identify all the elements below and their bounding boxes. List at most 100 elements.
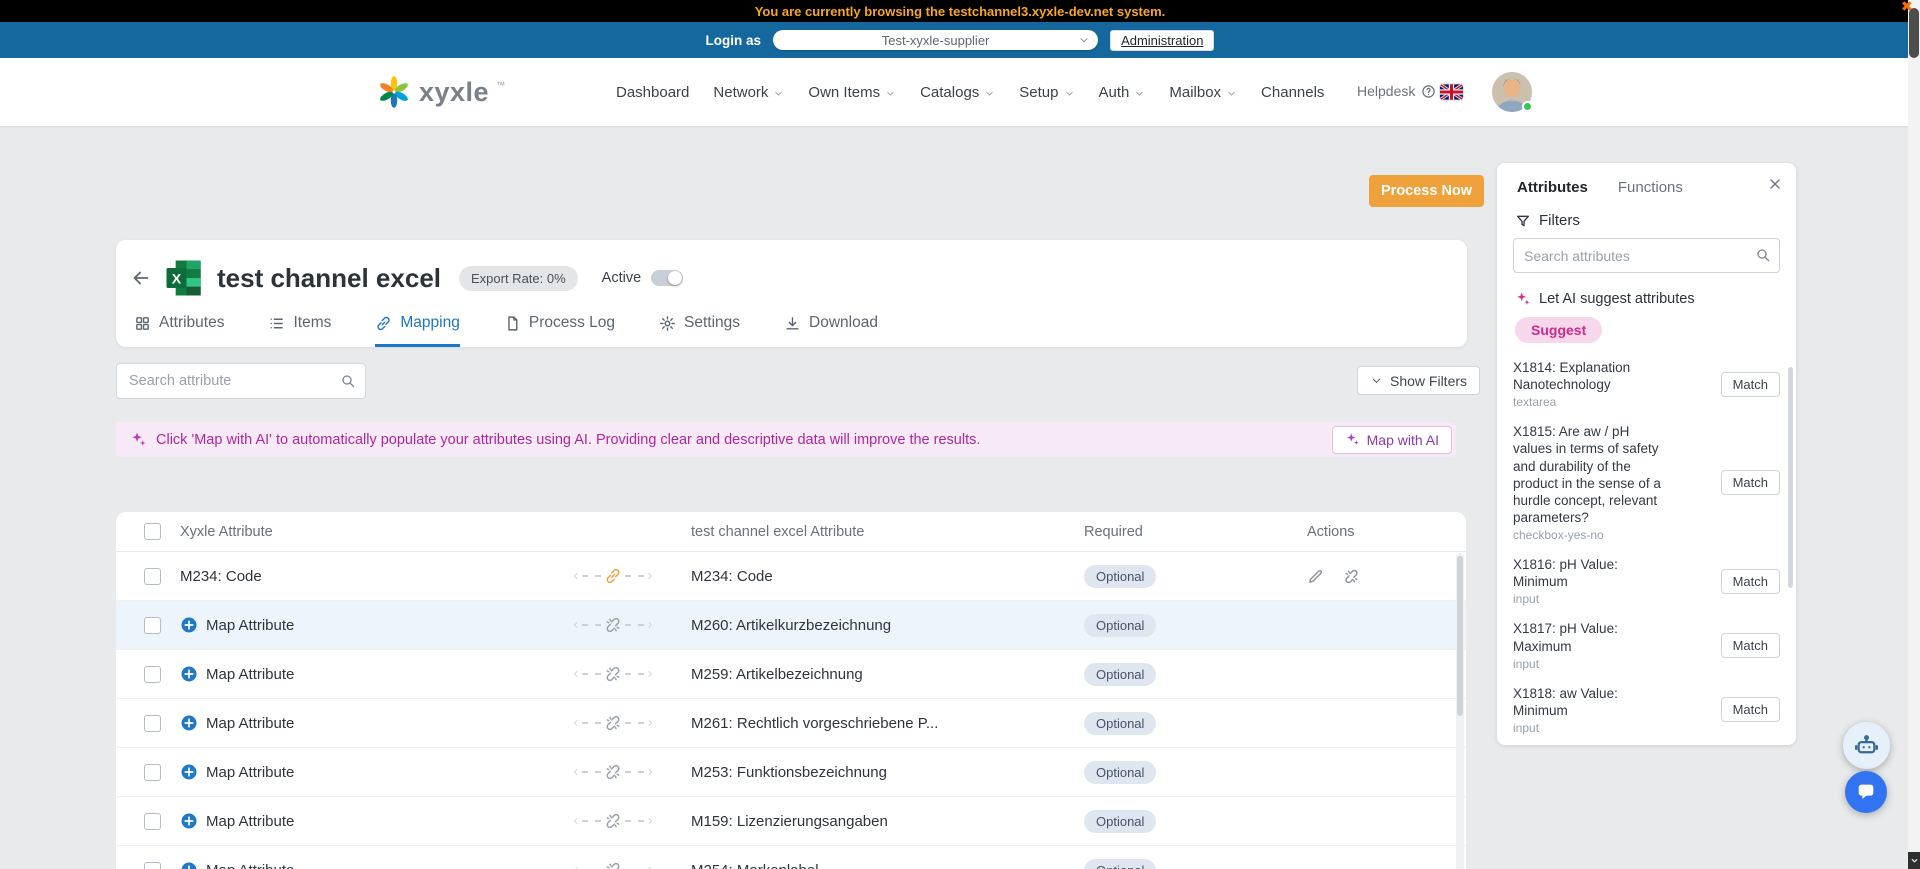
gear-icon — [659, 315, 676, 332]
arrow-left-icon — [571, 816, 581, 826]
show-filters-button[interactable]: Show Filters — [1357, 366, 1481, 395]
nav-mailbox[interactable]: Mailbox — [1169, 84, 1237, 101]
match-button[interactable]: Match — [1720, 568, 1780, 594]
nav-auth[interactable]: Auth — [1099, 84, 1146, 101]
tenant-selector-value: Test-xyxle-supplier — [881, 32, 990, 48]
column-target: test channel excel Attribute — [691, 523, 865, 540]
arrow-right-icon — [645, 669, 655, 679]
online-status-dot — [1522, 101, 1533, 112]
row-checkbox[interactable] — [144, 812, 161, 830]
search-attribute-input[interactable] — [116, 363, 366, 399]
arrow-left-icon — [571, 620, 581, 630]
tab-attributes[interactable]: Attributes — [134, 314, 224, 347]
user-avatar[interactable] — [1491, 71, 1533, 113]
required-badge: Optional — [1084, 613, 1157, 637]
attribute-title: X1814: Explanation Nanotechnology — [1513, 360, 1631, 393]
mapping-row: Map Attribute M261: Rechtlich vorgeschri… — [116, 699, 1466, 748]
map-attribute-button[interactable]: Map Attribute — [206, 666, 294, 683]
mapping-connector — [571, 616, 691, 634]
map-with-ai-button[interactable]: Map with AI — [1331, 425, 1452, 454]
ai-chatbot-button[interactable] — [1843, 722, 1890, 769]
target-attribute: M159: Lizenzierungsangaben — [691, 812, 888, 830]
match-button[interactable]: Match — [1720, 371, 1780, 397]
tab-download[interactable]: Download — [784, 314, 878, 347]
match-button[interactable]: Match — [1720, 470, 1780, 496]
ai-info-banner: Click 'Map with AI' to automatically pop… — [116, 422, 1456, 457]
match-button[interactable]: Match — [1720, 633, 1780, 659]
map-attribute-button[interactable]: Map Attribute — [206, 862, 294, 869]
map-attribute-button[interactable]: Map Attribute — [206, 813, 294, 830]
arrow-right-icon — [645, 816, 655, 826]
row-checkbox[interactable] — [144, 616, 161, 634]
brand-name: xyxle — [419, 77, 490, 107]
search-icon — [1755, 247, 1771, 263]
tab-process-log[interactable]: Process Log — [504, 314, 615, 347]
page-title: test channel excel — [217, 262, 441, 293]
back-arrow-icon[interactable] — [130, 267, 152, 289]
close-icon[interactable] — [1767, 176, 1783, 192]
filters-header: Filters — [1497, 196, 1796, 229]
map-attribute-button[interactable]: Map Attribute — [206, 764, 294, 781]
chat-bubble-icon — [1855, 781, 1877, 803]
scroll-down-button[interactable] — [1908, 852, 1920, 869]
nav-dashboard[interactable]: Dashboard — [616, 84, 689, 101]
active-toggle[interactable] — [651, 270, 684, 286]
match-button[interactable]: Match — [1720, 697, 1780, 723]
tab-mapping[interactable]: Mapping — [375, 314, 460, 347]
row-checkbox[interactable] — [144, 567, 161, 585]
mapping-connector — [571, 665, 691, 683]
tenant-selector[interactable]: Test-xyxle-supplier — [773, 30, 1099, 50]
add-circle-icon — [181, 617, 197, 633]
scrollbar-thumb[interactable] — [1909, 8, 1919, 58]
panel-scrollbar-thumb[interactable] — [1788, 367, 1793, 588]
row-checkbox[interactable] — [144, 763, 161, 781]
ai-banner-message: Click 'Map with AI' to automatically pop… — [156, 431, 981, 448]
suggest-button[interactable]: Suggest — [1515, 317, 1603, 343]
row-checkbox[interactable] — [144, 861, 161, 869]
add-circle-icon — [181, 715, 197, 731]
export-rate-badge: Export Rate: 0% — [459, 265, 578, 291]
required-badge: Optional — [1084, 858, 1157, 869]
target-attribute: M253: Funktionsbezeichnung — [691, 763, 887, 781]
search-attributes-input[interactable] — [1513, 238, 1780, 273]
unlink-icon[interactable] — [1343, 568, 1360, 585]
support-chat-button[interactable] — [1845, 771, 1887, 813]
row-checkbox[interactable] — [144, 665, 161, 683]
attribute-title: X1815: Are aw / pH values in terms of sa… — [1513, 424, 1661, 525]
source-attribute: M234: Code — [180, 567, 262, 585]
language-flag-icon[interactable] — [1440, 84, 1463, 100]
process-now-button[interactable]: Process Now — [1369, 175, 1485, 207]
nav-own-items[interactable]: Own Items — [808, 84, 896, 101]
helpdesk-link[interactable]: Helpdesk — [1357, 83, 1436, 99]
table-scrollbar-thumb[interactable] — [1457, 556, 1463, 716]
panel-tabs: Attributes Functions — [1497, 163, 1796, 196]
administration-button[interactable]: Administration — [1110, 29, 1215, 51]
file-icon — [504, 315, 521, 332]
environment-banner-text: You are currently browsing the testchann… — [754, 3, 1166, 19]
nav-network[interactable]: Network — [713, 84, 784, 101]
nav-setup[interactable]: Setup — [1019, 84, 1074, 101]
broken-link-icon — [604, 665, 622, 683]
tab-settings[interactable]: Settings — [659, 314, 740, 347]
row-checkbox[interactable] — [144, 714, 161, 732]
brand-trademark: ™ — [496, 80, 506, 90]
app-header: xyxle ™ Dashboard Network Own Items Cata… — [0, 58, 1920, 126]
channel-tabs: Attributes Items Mapping Process Log Set… — [116, 302, 1467, 347]
panel-tab-functions[interactable]: Functions — [1618, 179, 1683, 196]
select-all-checkbox[interactable] — [144, 523, 161, 540]
target-attribute: M234: Code — [691, 567, 773, 585]
page-scrollbar[interactable] — [1908, 0, 1920, 869]
panel-tab-attributes[interactable]: Attributes — [1517, 179, 1588, 196]
map-attribute-button[interactable]: Map Attribute — [206, 715, 294, 732]
required-badge: Optional — [1084, 809, 1157, 833]
broken-link-icon — [604, 861, 622, 869]
chevron-down-icon — [1134, 88, 1145, 99]
nav-catalogs[interactable]: Catalogs — [920, 84, 995, 101]
edit-pencil-icon[interactable] — [1307, 568, 1324, 585]
tab-items[interactable]: Items — [268, 314, 331, 347]
nav-channels[interactable]: Channels — [1261, 84, 1324, 101]
map-attribute-button[interactable]: Map Attribute — [206, 617, 294, 634]
attribute-list-item: X1818: aw Value: Minimum input Match — [1497, 678, 1796, 742]
brand-logo[interactable]: xyxle ™ — [376, 74, 505, 110]
link-icon — [604, 567, 622, 585]
